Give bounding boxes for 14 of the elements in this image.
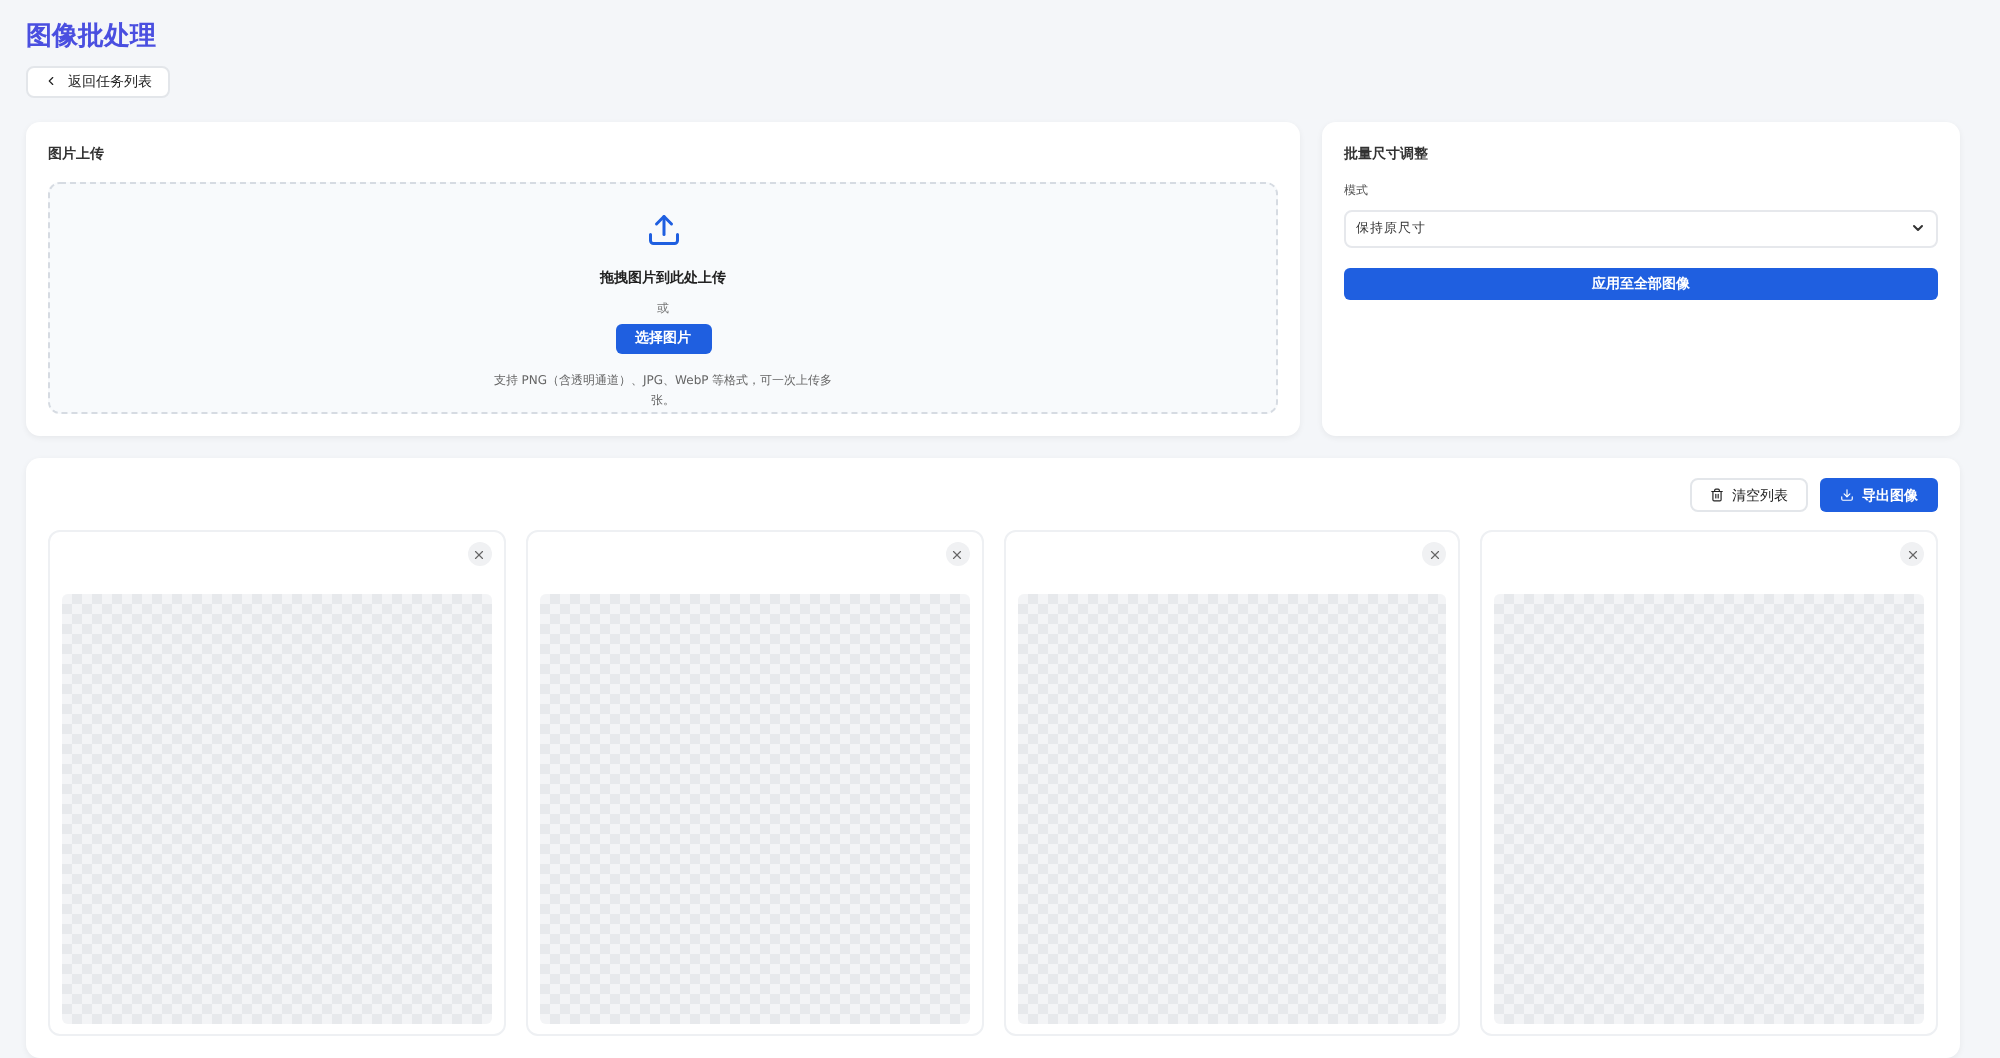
remove-button[interactable] xyxy=(1422,542,1447,566)
close-icon xyxy=(472,547,487,561)
upload-icon xyxy=(645,211,681,247)
close-icon xyxy=(1427,547,1442,561)
close-icon xyxy=(1905,547,1919,561)
remove-button[interactable] xyxy=(467,542,492,566)
chevron-left-icon xyxy=(44,74,58,89)
download-icon xyxy=(1840,488,1854,502)
close-icon xyxy=(950,547,964,561)
remove-button[interactable] xyxy=(1900,542,1924,566)
caret-icon xyxy=(1910,220,1926,236)
page-title: 图像批处理 xyxy=(26,20,158,56)
trash-icon xyxy=(1710,488,1724,502)
remove-button[interactable] xyxy=(945,542,969,566)
